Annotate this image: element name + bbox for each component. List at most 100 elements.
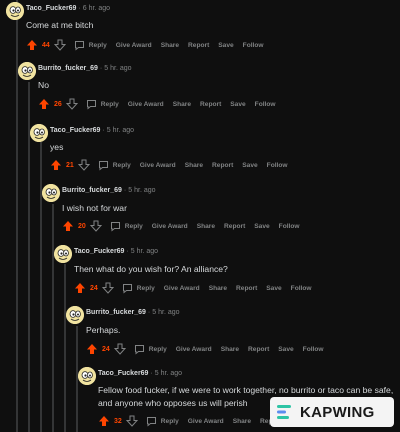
save-button[interactable]: Save xyxy=(218,42,233,49)
reply-bubble-icon[interactable] xyxy=(110,221,121,232)
timestamp[interactable]: 5 hr. ago xyxy=(104,65,131,72)
author-name[interactable]: Taco_Fucker69 xyxy=(26,5,76,12)
share-button[interactable]: Share xyxy=(221,346,239,353)
avatar[interactable] xyxy=(54,245,72,263)
report-button[interactable]: Report xyxy=(248,346,269,353)
vote-score: 32 xyxy=(114,417,122,425)
save-button[interactable]: Save xyxy=(266,285,281,292)
share-button[interactable]: Share xyxy=(197,223,215,230)
give-award-button[interactable]: Give Award xyxy=(128,101,164,108)
upvote-arrow-icon[interactable] xyxy=(50,159,62,171)
vote-score: 21 xyxy=(66,161,74,169)
upvote-arrow-icon[interactable] xyxy=(98,415,110,427)
kapwing-watermark: KAPWING xyxy=(270,397,394,427)
avatar[interactable] xyxy=(66,306,84,324)
report-button[interactable]: Report xyxy=(236,285,257,292)
timestamp[interactable]: 6 hr. ago xyxy=(83,5,110,12)
comment-meta: Burrito_fucker_69 · 5 hr. ago xyxy=(38,65,132,72)
comment: Taco_Fucker69 · 6 hr. ago Come at me bitch… xyxy=(6,2,400,60)
reply-button[interactable]: Reply xyxy=(149,346,167,353)
save-button[interactable]: Save xyxy=(254,223,269,230)
downvote-arrow-icon[interactable] xyxy=(101,282,114,294)
share-button[interactable]: Share xyxy=(173,101,191,108)
report-button[interactable]: Report xyxy=(200,101,221,108)
downvote-arrow-icon[interactable] xyxy=(113,343,126,355)
author-name[interactable]: Burrito_fucker_69 xyxy=(38,65,98,72)
upvote-arrow-icon[interactable] xyxy=(62,220,74,232)
comment-meta: Taco_Fucker69 · 5 hr. ago xyxy=(74,248,158,255)
author-name[interactable]: Taco_Fucker69 xyxy=(74,248,124,255)
reply-bubble-icon[interactable] xyxy=(146,416,157,427)
reply-button[interactable]: Reply xyxy=(137,285,155,292)
downvote-arrow-icon[interactable] xyxy=(65,98,78,110)
comment: Taco_Fucker69 · 5 hr. ago Then what do you… xyxy=(54,245,400,303)
reply-bubble-icon[interactable] xyxy=(74,40,85,51)
share-button[interactable]: Share xyxy=(233,418,251,425)
share-button[interactable]: Share xyxy=(185,162,203,169)
comment-meta: Taco_Fucker69 · 5 hr. ago xyxy=(98,370,182,377)
give-award-button[interactable]: Give Award xyxy=(176,346,212,353)
follow-button[interactable]: Follow xyxy=(291,285,312,292)
give-award-button[interactable]: Give Award xyxy=(164,285,200,292)
upvote-arrow-icon[interactable] xyxy=(26,39,38,51)
timestamp[interactable]: 5 hr. ago xyxy=(155,370,182,377)
reply-button[interactable]: Reply xyxy=(101,101,119,108)
downvote-arrow-icon[interactable] xyxy=(77,159,90,171)
separator-dot: · xyxy=(123,187,127,194)
avatar[interactable] xyxy=(6,2,24,20)
follow-button[interactable]: Follow xyxy=(243,42,264,49)
follow-button[interactable]: Follow xyxy=(267,162,288,169)
follow-button[interactable]: Follow xyxy=(255,101,276,108)
give-award-button[interactable]: Give Award xyxy=(140,162,176,169)
comment-body: I wish not for war xyxy=(62,203,127,213)
comment-actions: 20 Reply Give Award Share Report Save Fo… xyxy=(62,219,309,233)
reply-button[interactable]: Reply xyxy=(125,223,143,230)
report-button[interactable]: Report xyxy=(212,162,233,169)
author-name[interactable]: Burrito_fucker_69 xyxy=(62,187,122,194)
timestamp[interactable]: 5 hr. ago xyxy=(131,248,158,255)
comment: Burrito_fucker_69 · 5 hr. ago Perhaps. 24 … xyxy=(66,306,400,364)
save-button[interactable]: Save xyxy=(278,346,293,353)
avatar[interactable] xyxy=(42,184,60,202)
comment-body: No xyxy=(38,80,49,90)
give-award-button[interactable]: Give Award xyxy=(116,42,152,49)
separator-dot: · xyxy=(102,127,105,134)
reply-bubble-icon[interactable] xyxy=(122,283,133,294)
follow-button[interactable]: Follow xyxy=(303,346,324,353)
reply-bubble-icon[interactable] xyxy=(86,99,97,110)
upvote-arrow-icon[interactable] xyxy=(38,98,50,110)
comment-meta: Burrito_fucker_69 · 5 hr. ago xyxy=(86,309,180,316)
comment-body: Then what do you wish for? An alliance? xyxy=(74,264,228,274)
author-name[interactable]: Burrito_fucker_69 xyxy=(86,309,146,316)
give-award-button[interactable]: Give Award xyxy=(188,418,224,425)
timestamp[interactable]: 5 hr. ago xyxy=(152,309,179,316)
avatar[interactable] xyxy=(78,367,96,385)
report-button[interactable]: Report xyxy=(188,42,209,49)
downvote-arrow-icon[interactable] xyxy=(125,415,138,427)
reply-button[interactable]: Reply xyxy=(161,418,179,425)
reply-bubble-icon[interactable] xyxy=(98,160,109,171)
timestamp[interactable]: 5 hr. ago xyxy=(107,127,134,134)
author-name[interactable]: Taco_Fucker69 xyxy=(98,370,148,377)
vote-score: 24 xyxy=(102,345,110,353)
vote-score: 44 xyxy=(42,41,50,49)
save-button[interactable]: Save xyxy=(242,162,257,169)
save-button[interactable]: Save xyxy=(230,101,245,108)
give-award-button[interactable]: Give Award xyxy=(152,223,188,230)
upvote-arrow-icon[interactable] xyxy=(74,282,86,294)
author-name[interactable]: Taco_Fucker69 xyxy=(50,127,100,134)
comment-actions: 24 Reply Give Award Share Report Save Fo… xyxy=(86,342,333,356)
timestamp[interactable]: 5 hr. ago xyxy=(128,187,155,194)
avatar[interactable] xyxy=(30,124,48,142)
follow-button[interactable]: Follow xyxy=(279,223,300,230)
report-button[interactable]: Report xyxy=(224,223,245,230)
upvote-arrow-icon[interactable] xyxy=(86,343,98,355)
downvote-arrow-icon[interactable] xyxy=(89,220,102,232)
reply-bubble-icon[interactable] xyxy=(134,344,145,355)
reply-button[interactable]: Reply xyxy=(89,42,107,49)
share-button[interactable]: Share xyxy=(161,42,179,49)
reply-button[interactable]: Reply xyxy=(113,162,131,169)
avatar[interactable] xyxy=(18,62,36,80)
share-button[interactable]: Share xyxy=(209,285,227,292)
downvote-arrow-icon[interactable] xyxy=(53,39,66,51)
